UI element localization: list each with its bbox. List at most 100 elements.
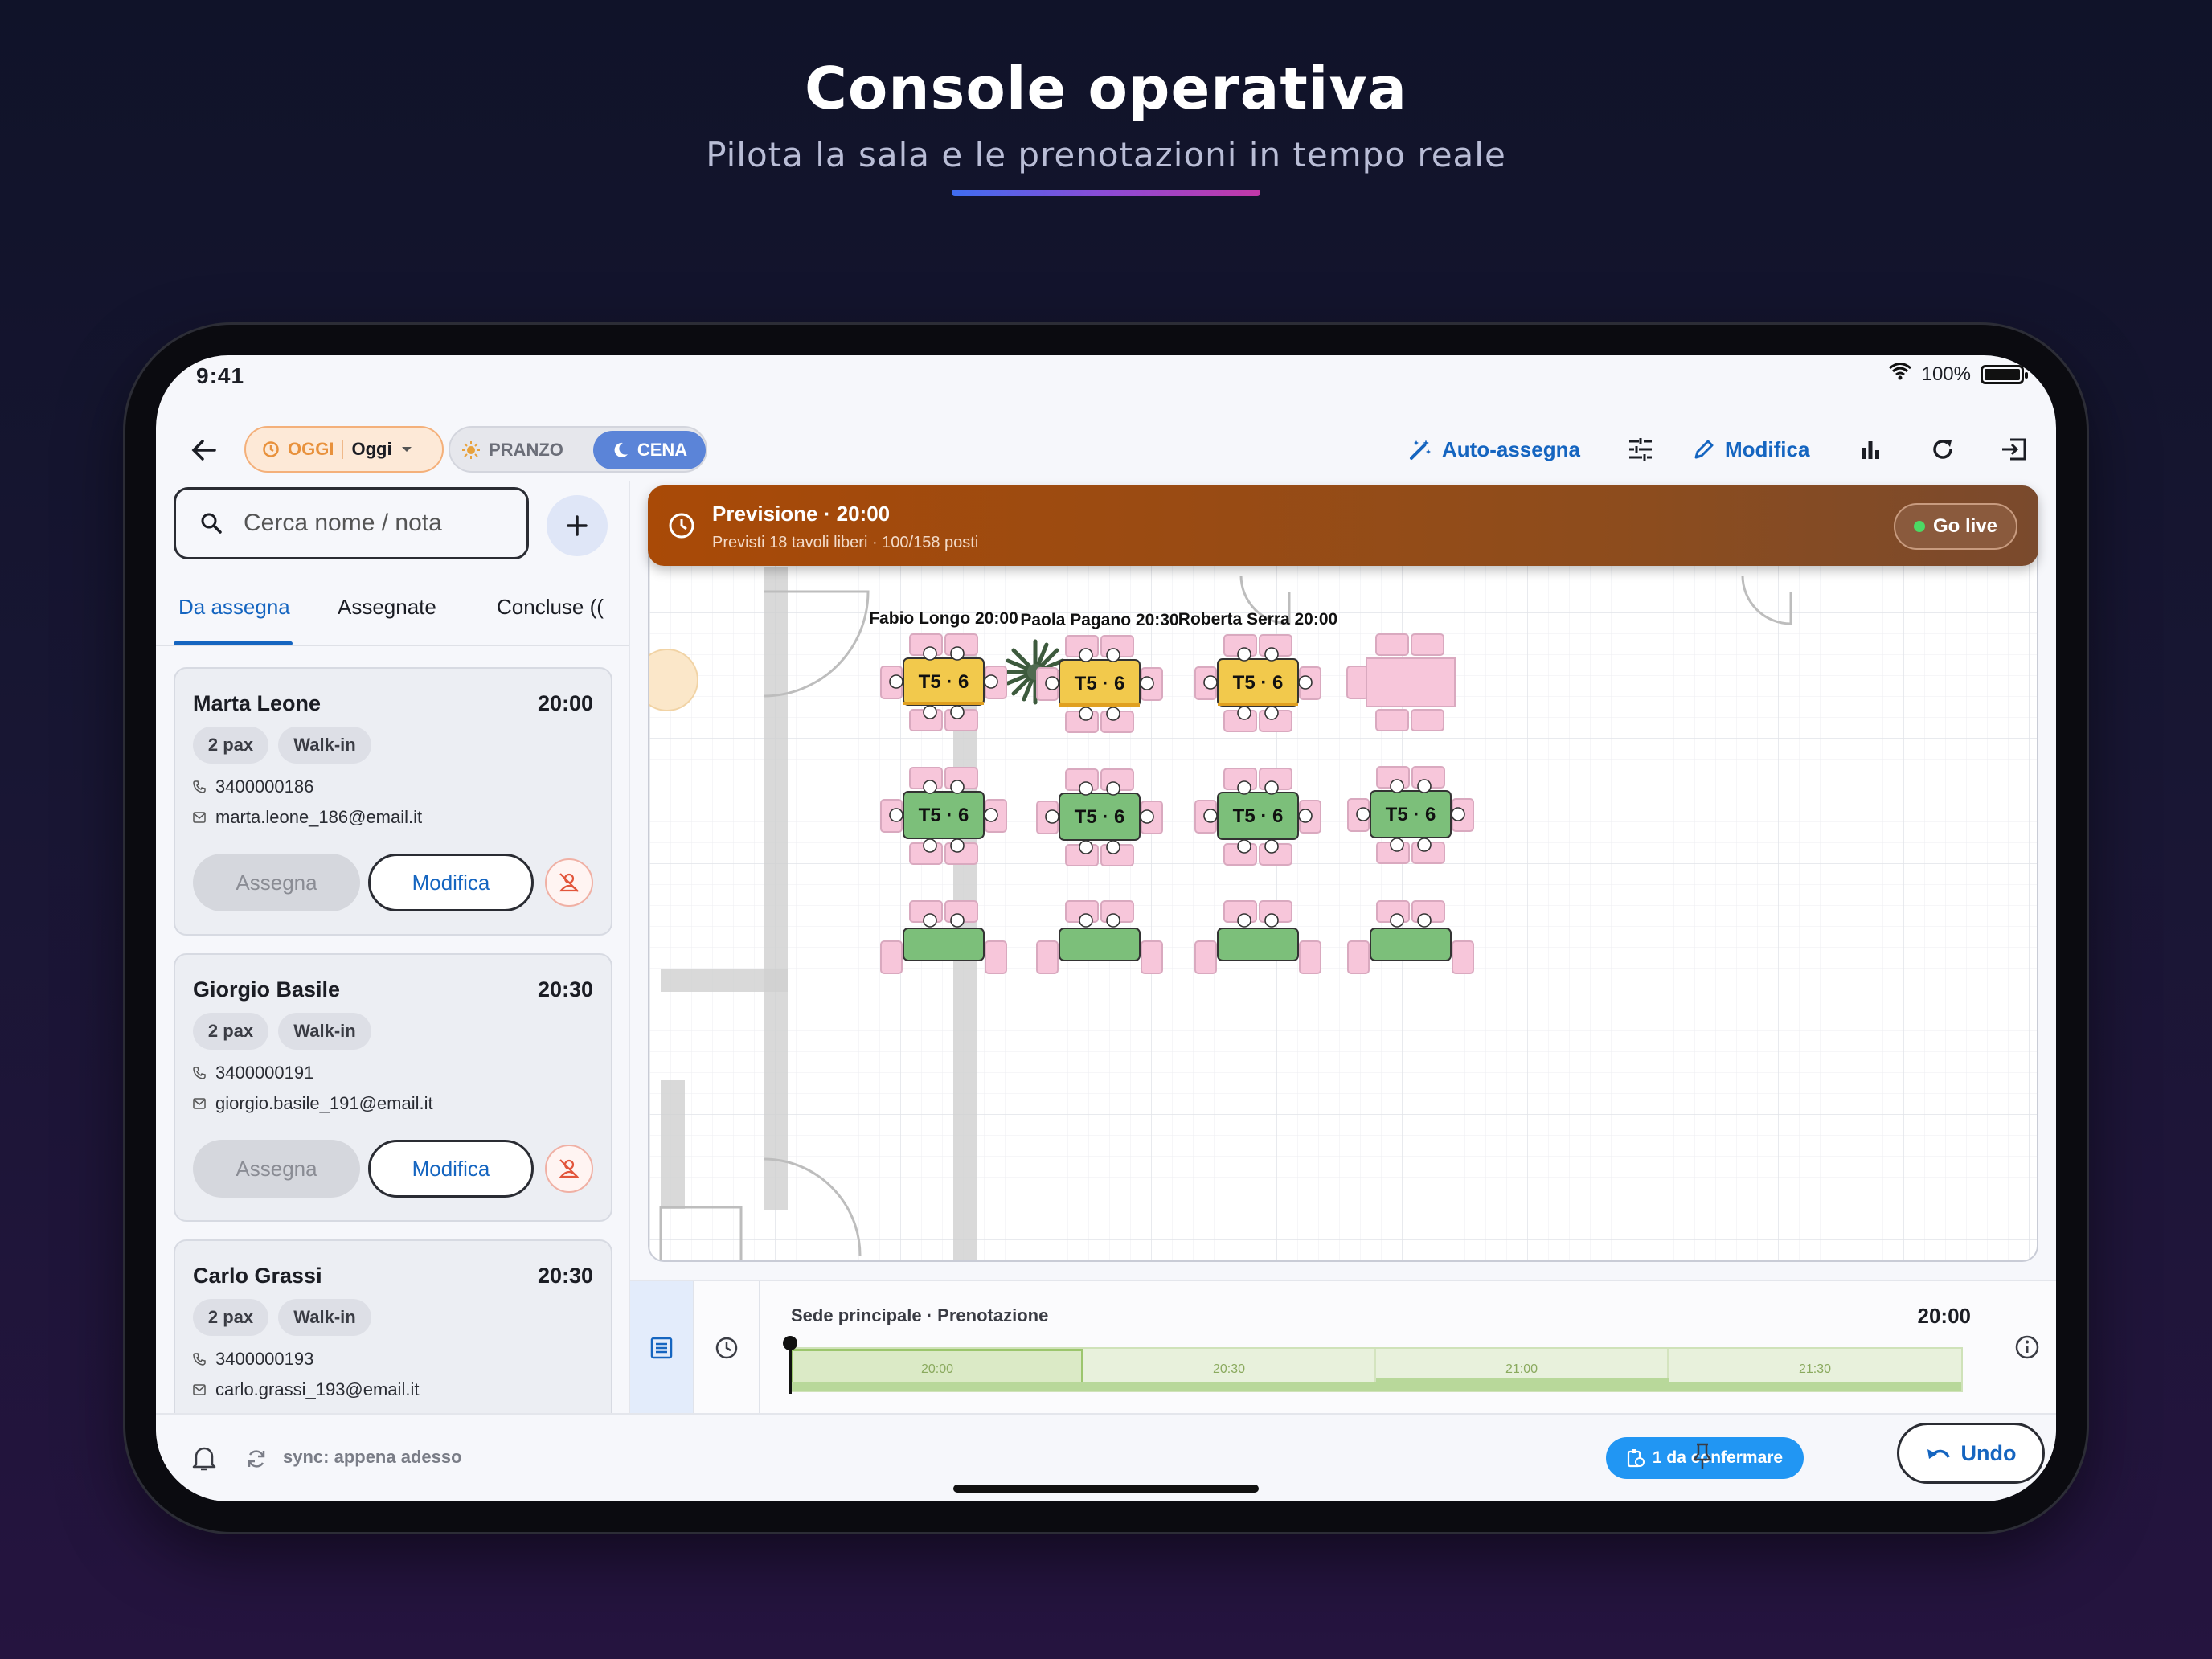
timeline-slot-label: 20:30 [1212, 1362, 1246, 1376]
table-label: T5 · 6 [1233, 805, 1284, 827]
active-tab-indicator [174, 641, 293, 645]
floor-plan[interactable]: T5 · 6 Fabio Longo 20:00 T5 · 6 Paola Pagan… [648, 485, 2038, 1262]
reservations-sidebar: Cerca nome / nota Da assegna Assegnate C… [156, 481, 630, 1413]
reservation-card[interactable]: Giorgio Basile 20:30 2 pax Walk-in 340000019… [174, 953, 612, 1222]
table-label: T5 · 6 [1075, 806, 1125, 828]
pin-icon [1693, 1443, 1712, 1469]
timeline-track[interactable]: 20:00 20:30 21:00 21:30 [789, 1347, 1963, 1392]
party-size-badge: 2 pax [193, 1013, 268, 1050]
table-label: T5 · 6 [1075, 673, 1125, 694]
hero-underline [952, 190, 1260, 196]
sync-status: sync: appena adesso [283, 1447, 462, 1467]
guest-email: marta.leone_186@email.it [215, 807, 423, 827]
search-icon [201, 513, 222, 534]
guest-email: giorgio.basile_191@email.it [215, 1093, 433, 1113]
phone-row: 3400000193 [193, 1349, 313, 1370]
auto-assign-label: Auto-assegna [1442, 436, 1580, 461]
phone-icon [193, 780, 206, 793]
mail-icon [193, 1384, 206, 1395]
plus-icon [567, 515, 588, 536]
auto-assign-button[interactable]: Auto-assegna [1408, 426, 1580, 473]
moon-icon [614, 442, 628, 457]
pencil-icon [1694, 440, 1714, 459]
reservation-card[interactable]: Carlo Grassi 20:30 2 pax Walk-in 3400000193 c… [174, 1239, 612, 1413]
timeline-cursor-handle[interactable] [783, 1336, 797, 1350]
undo-button[interactable]: Undo [1897, 1423, 2045, 1484]
guest-phone: 3400000193 [215, 1349, 314, 1369]
timeline-occupancy [1376, 1378, 1669, 1391]
date-chip-value: Oggi [351, 439, 392, 459]
party-size-badge: 2 pax [193, 1299, 268, 1336]
forecast-subtitle: Previsti 18 tavoli liberi · 100/158 post… [712, 534, 979, 551]
timeline-occupancy [791, 1382, 1083, 1391]
caret-down-icon [401, 447, 412, 452]
edit-layout-button[interactable]: Modifica [1693, 426, 1809, 473]
no-show-button[interactable] [545, 1145, 593, 1193]
edit-reservation-button[interactable]: Modifica [368, 1140, 534, 1198]
list-view-button[interactable] [630, 1281, 694, 1415]
list-icon [650, 1337, 673, 1359]
timeline-occupancy [1669, 1382, 1961, 1391]
assign-button[interactable]: Assegna [193, 854, 360, 911]
guest-phone: 3400000191 [215, 1063, 314, 1083]
clock-icon [669, 513, 694, 539]
stats-button[interactable] [1847, 426, 1894, 473]
pin-button[interactable] [1683, 1437, 1722, 1476]
guest-name: Giorgio Basile [193, 977, 341, 1002]
source-badge: Walk-in [278, 727, 371, 764]
service-dinner-option[interactable]: CENA [593, 431, 706, 469]
reservation-card[interactable]: Marta Leone 20:00 2 pax Walk-in 3400000186 ma… [174, 667, 612, 936]
edit-layout-label: Modifica [1725, 436, 1810, 461]
bar-chart-icon [1862, 441, 1879, 459]
battery-percent: 100% [1921, 363, 1971, 385]
phone-row: 3400000186 [193, 776, 313, 797]
app-bar: OGGI Oggi PRANZO CENA Auto-assegna Modif… [156, 403, 2056, 481]
info-button[interactable] [2011, 1331, 2043, 1363]
service-lunch-option[interactable]: PRANZO [461, 434, 563, 466]
date-selector[interactable]: OGGI Oggi [244, 426, 444, 473]
service-toggle: PRANZO CENA [449, 426, 707, 473]
filters-button[interactable] [1617, 426, 1664, 473]
email-row: marta.leone_186@email.it [193, 807, 422, 828]
email-row: carlo.grassi_193@email.it [193, 1379, 419, 1400]
phone-icon [193, 1067, 206, 1079]
bell-icon [192, 1447, 216, 1471]
notifications-button[interactable] [188, 1442, 220, 1474]
add-reservation-button[interactable] [547, 495, 608, 556]
tab-to-assign[interactable]: Da assegna [178, 595, 291, 620]
timeline-view-button[interactable] [694, 1281, 760, 1415]
forecast-title: Previsione · 20:00 [712, 502, 891, 526]
refresh-button[interactable] [1919, 426, 1966, 473]
exit-button[interactable] [1990, 426, 2037, 473]
reservation-time: 20:00 [537, 691, 593, 715]
guest-name: Marta Leone [193, 691, 322, 715]
clock-icon [263, 441, 279, 457]
table-label: T5 · 6 [919, 671, 969, 693]
email-row: giorgio.basile_191@email.it [193, 1093, 433, 1114]
timeline-current-time: 20:00 [1917, 1304, 1972, 1328]
search-input[interactable]: Cerca nome / nota [174, 487, 529, 559]
date-chip-label: OGGI [288, 439, 334, 459]
service-dinner-label: CENA [637, 440, 688, 460]
assign-button[interactable]: Assegna [193, 1140, 360, 1198]
back-button[interactable] [180, 426, 228, 474]
timeline-occupancy [1083, 1382, 1376, 1391]
go-live-button[interactable]: Go live [1894, 503, 2017, 550]
floor-plan-canvas: T5 · 6 Fabio Longo 20:00 T5 · 6 Paola Pagan… [649, 487, 2037, 1260]
tab-completed[interactable]: Concluse (( [497, 595, 609, 620]
wifi-icon [1888, 362, 1912, 387]
go-live-label: Go live [1932, 515, 1998, 537]
live-dot-icon [1913, 521, 1925, 532]
guest-phone: 3400000186 [215, 776, 314, 797]
mail-icon [193, 1098, 206, 1109]
tab-assigned[interactable]: Assegnate [338, 595, 450, 620]
reservation-time: 20:30 [537, 1264, 593, 1288]
edit-reservation-button[interactable]: Modifica [368, 854, 534, 911]
person-off-icon [559, 873, 580, 892]
service-lunch-label: PRANZO [489, 440, 563, 460]
forecast-banner: Previsione · 20:00 Previsti 18 tavoli li… [648, 485, 2038, 566]
hero-subtitle: Pilota la sala e le prenotazioni in temp… [706, 135, 1506, 174]
no-show-button[interactable] [545, 858, 593, 907]
phone-row: 3400000191 [193, 1063, 313, 1083]
mail-icon [193, 812, 206, 823]
